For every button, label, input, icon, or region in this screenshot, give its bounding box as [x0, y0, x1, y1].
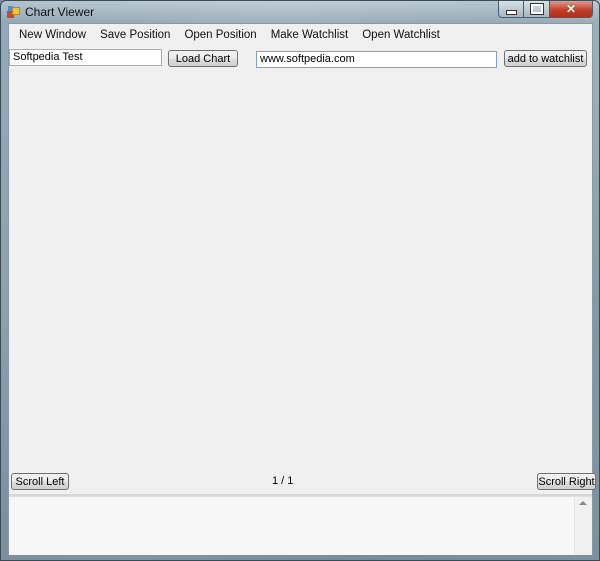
output-textbox[interactable] — [9, 496, 592, 555]
chart-name-input[interactable]: Softpedia Test — [9, 49, 162, 66]
app-icon[interactable] — [7, 5, 21, 19]
chart-display-area[interactable] — [9, 68, 592, 468]
menu-item-open-position[interactable]: Open Position — [177, 25, 263, 45]
chart-viewer-window: Chart Viewer ✕ New Window Save Position … — [0, 0, 600, 561]
maximize-button[interactable] — [524, 1, 550, 18]
load-chart-button[interactable]: Load Chart — [168, 50, 238, 67]
window-title: Chart Viewer — [25, 5, 95, 19]
menu-item-new-window[interactable]: New Window — [12, 25, 93, 45]
menu-item-make-watchlist[interactable]: Make Watchlist — [264, 25, 356, 45]
client-area: New Window Save Position Open Position M… — [8, 23, 596, 555]
menu-item-save-position[interactable]: Save Position — [93, 25, 177, 45]
scroll-right-button[interactable]: Scroll Right — [537, 473, 596, 490]
minimize-button[interactable] — [498, 1, 524, 18]
scroll-up-arrow-icon[interactable] — [579, 501, 587, 505]
scroll-left-button[interactable]: Scroll Left — [11, 473, 69, 490]
close-button[interactable]: ✕ — [550, 1, 593, 18]
page-indicator: 1 / 1 — [272, 475, 294, 487]
vertical-scrollbar[interactable] — [574, 497, 592, 555]
url-input[interactable]: www.softpedia.com — [256, 51, 497, 68]
maximize-icon — [529, 3, 544, 15]
add-to-watchlist-button[interactable]: add to watchlist — [504, 50, 587, 67]
minimize-icon — [505, 9, 517, 15]
title-bar[interactable]: Chart Viewer ✕ — [1, 1, 599, 23]
close-icon: ✕ — [565, 2, 577, 16]
window-controls: ✕ — [498, 1, 593, 19]
menu-bar: New Window Save Position Open Position M… — [9, 24, 592, 44]
menu-item-open-watchlist[interactable]: Open Watchlist — [355, 25, 447, 45]
